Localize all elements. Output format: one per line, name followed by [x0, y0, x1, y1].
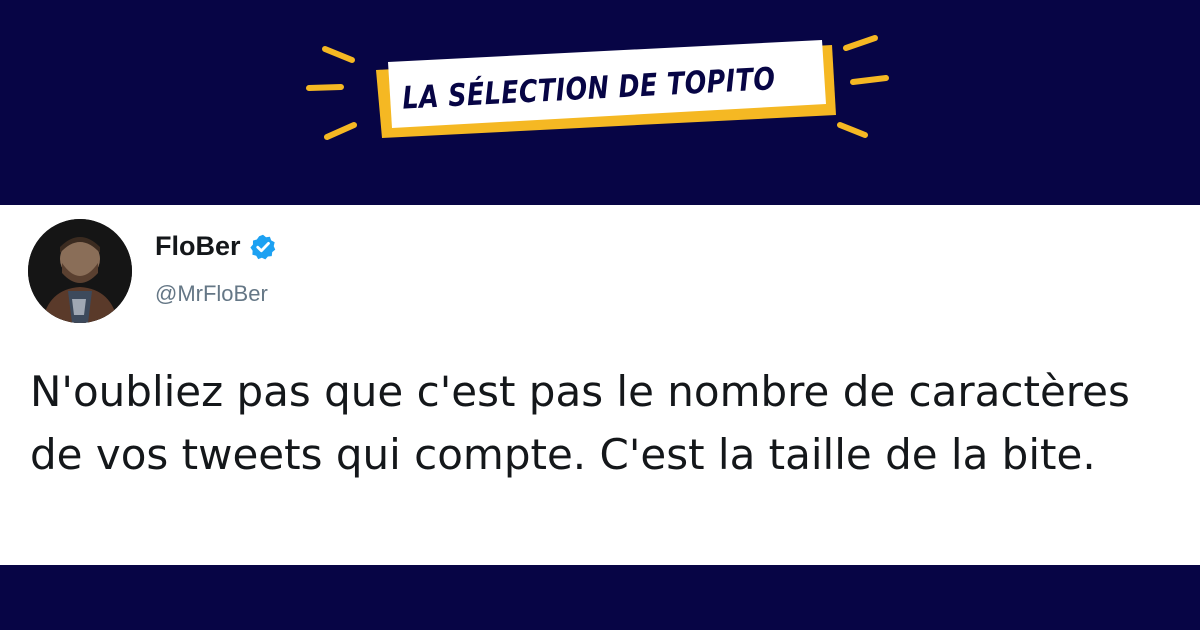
- left-rays-icon: [306, 46, 357, 140]
- author-handle[interactable]: @MrFloBer: [155, 281, 268, 307]
- tweet-text: N'oubliez pas que c'est pas le nombre de…: [30, 367, 1130, 479]
- right-rays-icon: [837, 35, 889, 138]
- tweet-card: FloBer @MrFloBer N'oubliez pas que c'est…: [0, 205, 1200, 565]
- author-name[interactable]: FloBer: [155, 231, 277, 262]
- footer-band: [0, 565, 1200, 630]
- avatar-portrait-icon: [28, 219, 132, 323]
- verified-badge-icon: [249, 234, 275, 259]
- banner-title-text: LA SÉLECTION DE TOPITO: [401, 61, 777, 117]
- header-banner: LA SÉLECTION DE TOPITO: [0, 0, 1200, 205]
- avatar[interactable]: [28, 219, 132, 323]
- author-name-text: FloBer: [155, 231, 241, 261]
